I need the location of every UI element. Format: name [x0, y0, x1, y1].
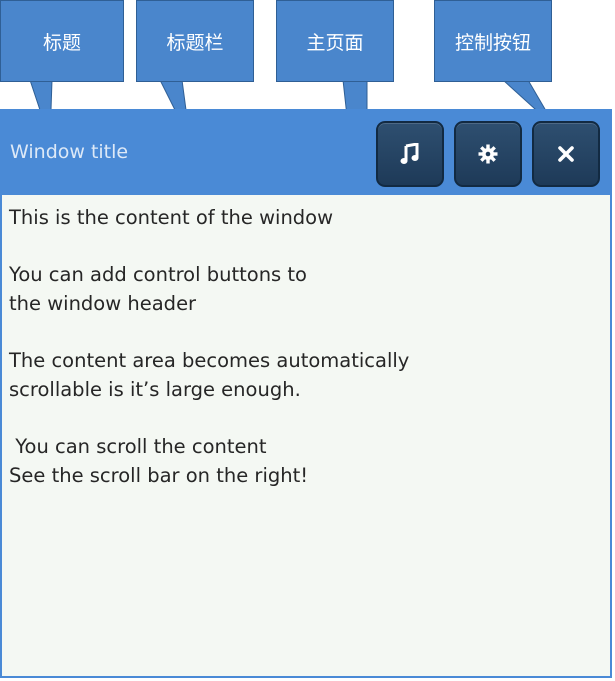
close-button[interactable]: [532, 121, 600, 187]
window-titlebar[interactable]: Window title: [2, 111, 610, 195]
callout-main-page-label: 主页面: [306, 31, 364, 54]
callout-titlebar: 标题栏: [136, 0, 254, 82]
content-paragraph-2: You can add control buttons to the windo…: [9, 263, 307, 315]
callout-title-label: 标题: [42, 31, 81, 54]
music-icon: [400, 143, 419, 164]
window-title: Window title: [10, 141, 129, 163]
content-paragraph-3: The content area becomes automatically s…: [9, 349, 410, 401]
settings-button[interactable]: [454, 121, 522, 187]
close-icon: [558, 146, 574, 162]
callout-title: 标题: [0, 0, 124, 82]
content-paragraph-1: This is the content of the window: [9, 206, 334, 229]
callout-control-buttons: 控制按钮: [434, 0, 552, 82]
content-paragraph-4: You can scroll the content See the scrol…: [9, 435, 309, 487]
window: Window title This is the content of the …: [0, 109, 612, 678]
callout-control-buttons-label: 控制按钮: [454, 31, 531, 54]
callout-titlebar-label: 标题栏: [166, 31, 224, 54]
callout-main-page: 主页面: [276, 0, 394, 82]
music-button[interactable]: [376, 121, 444, 187]
gear-icon: [478, 144, 498, 164]
window-content[interactable]: This is the content of the window You ca…: [2, 195, 610, 676]
